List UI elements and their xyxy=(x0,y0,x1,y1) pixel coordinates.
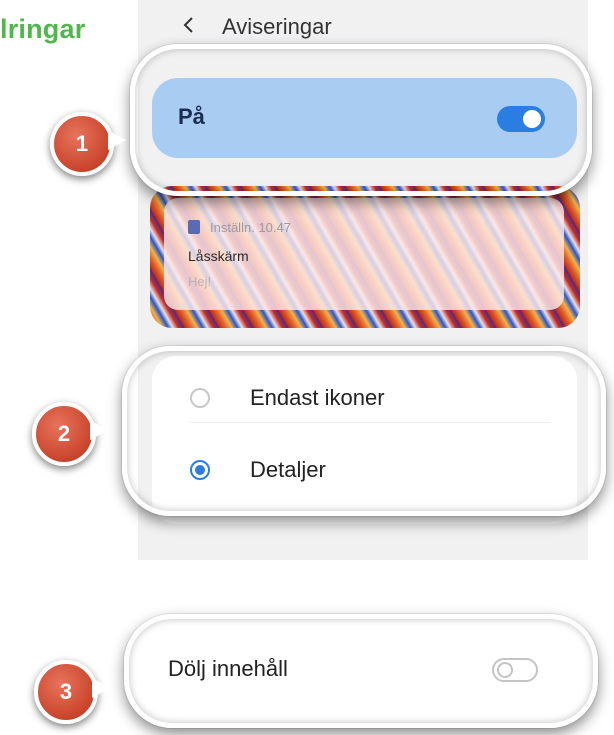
top-bar: Aviseringar xyxy=(138,0,588,48)
highlight-ring-3 xyxy=(124,614,598,728)
highlight-ring-1 xyxy=(130,44,592,196)
callout-number: 2 xyxy=(57,421,71,446)
callout-badge-1: 1 xyxy=(50,112,126,176)
highlight-ring-2 xyxy=(122,346,606,516)
callout-badge-2: 2 xyxy=(32,402,108,466)
lockscreen-preview: Inställn. 10.47 Låsskärm Hej! xyxy=(150,186,580,328)
preview-app-name: Inställn. xyxy=(210,220,255,235)
notification-preview-card: Inställn. 10.47 Låsskärm Hej! xyxy=(164,198,564,310)
callout-pointer xyxy=(92,678,110,698)
preview-app-name-time: Inställn. 10.47 xyxy=(210,220,291,235)
preview-message: Hej! xyxy=(188,274,212,289)
preview-time: 10.47 xyxy=(258,220,291,235)
callout-pointer xyxy=(90,420,108,440)
section-heading-fragment: lringar xyxy=(0,14,86,44)
chevron-left-icon[interactable] xyxy=(182,16,194,34)
callout-number: 3 xyxy=(59,679,73,704)
callout-number: 1 xyxy=(75,131,89,156)
callout-badge-3: 3 xyxy=(34,660,110,724)
page-title: Aviseringar xyxy=(222,14,332,39)
callout-pointer xyxy=(108,130,126,150)
settings-app-icon xyxy=(188,220,200,234)
preview-title: Låsskärm xyxy=(188,248,249,264)
